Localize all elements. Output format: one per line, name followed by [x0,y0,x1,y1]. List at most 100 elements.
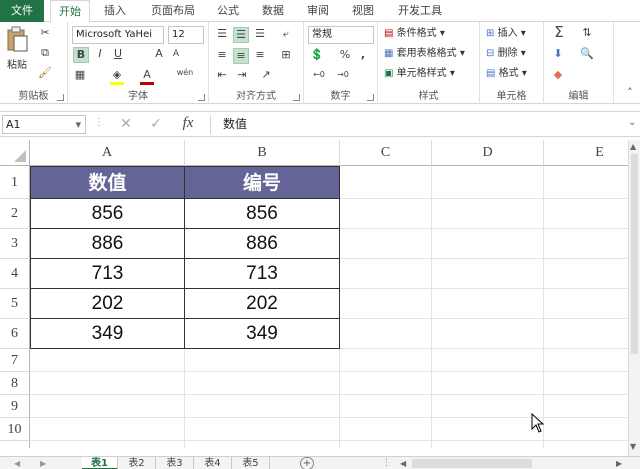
grid-cell[interactable] [340,395,432,418]
bold-button[interactable]: B [73,47,89,63]
cut-icon[interactable]: ✂ [38,26,52,40]
grid-cell[interactable] [432,349,544,372]
font-size-select[interactable]: 12 [168,26,204,44]
grid-cell[interactable] [432,199,544,229]
underline-button[interactable]: U [111,47,125,61]
sheet-tab-4[interactable]: 表4 [194,457,232,469]
grid-cell[interactable] [544,395,628,418]
select-all-corner[interactable] [0,140,30,166]
merge-center-icon[interactable]: ⊞ [279,48,293,62]
grid-cell[interactable] [340,166,432,199]
grid-cell[interactable] [544,259,628,289]
copy-icon[interactable]: ⧉ [38,46,52,60]
grid-cell[interactable] [30,395,185,418]
paste-button[interactable]: 粘贴 [4,26,30,74]
table-cell[interactable]: 886 [30,229,185,259]
font-launcher-icon[interactable] [198,94,205,101]
cancel-icon[interactable]: ✕ [118,117,134,131]
grid-cell[interactable] [340,289,432,319]
grid-cell[interactable] [544,441,628,448]
alignment-launcher-icon[interactable] [293,94,300,101]
autosum-icon[interactable]: Σ [550,25,568,40]
align-top-icon[interactable]: ☰ [215,27,229,41]
fill-icon[interactable]: ⬇ [550,47,566,61]
insert-cells-button[interactable]: ⊞ 插入 ▾ [486,26,542,42]
grid-cell[interactable] [185,395,340,418]
table-cell[interactable]: 713 [185,259,340,289]
comma-button[interactable]: , [356,48,370,62]
grid-cell[interactable] [432,166,544,199]
fill-color-icon[interactable]: ◈ [110,68,124,85]
grid-cell[interactable] [432,372,544,395]
vertical-scrollbar[interactable]: ▲ ▼ [628,140,640,456]
shrink-font-button[interactable]: A [170,47,182,61]
table-cell[interactable]: 349 [30,319,185,349]
grid-cell[interactable] [544,418,628,441]
insert-function-button[interactable]: fx [178,116,198,131]
borders-icon[interactable]: ▦ [73,68,87,82]
grid-cell[interactable] [544,199,628,229]
format-cells-button[interactable]: ▤ 格式 ▾ [486,66,542,82]
font-color-button[interactable]: A [140,68,154,85]
tab-view[interactable]: 视图 [345,0,381,22]
cell-styles-button[interactable]: ▣ 单元格样式 ▾ [384,66,476,82]
horizontal-scrollbar[interactable] [412,459,532,468]
align-right-icon[interactable]: ≡ [253,48,267,62]
row-header-7[interactable]: 7 [0,349,30,372]
grid-cell[interactable] [432,229,544,259]
grid-cell[interactable] [544,166,628,199]
name-box[interactable]: A1 ▾ [2,115,86,134]
align-bottom-icon[interactable]: ☰ [253,27,267,41]
grid-cell[interactable] [185,418,340,441]
tab-data[interactable]: 数据 [255,0,291,22]
table-header-cell-id[interactable]: 编号 [185,166,340,199]
table-cell[interactable]: 856 [30,199,185,229]
grid-cell[interactable] [340,418,432,441]
grid-cell[interactable] [432,259,544,289]
grid-cell[interactable] [340,199,432,229]
grid-cell[interactable] [544,372,628,395]
clear-icon[interactable]: ◆ [550,68,566,82]
table-cell[interactable]: 886 [185,229,340,259]
grow-font-button[interactable]: A [152,47,166,61]
delete-cells-button[interactable]: ⊟ 删除 ▾ [486,46,542,62]
tab-page-layout[interactable]: 页面布局 [142,0,204,22]
currency-icon[interactable]: 💲 [310,48,324,62]
row-header-1[interactable]: 1 [0,166,30,199]
font-name-select[interactable]: Microsoft YaHei [72,26,164,44]
number-launcher-icon[interactable] [367,94,374,101]
tab-home[interactable]: 开始 [50,0,90,23]
grid-cell[interactable] [432,395,544,418]
grid-cell[interactable] [432,289,544,319]
formula-input[interactable]: 数值 [210,115,626,134]
align-center-icon[interactable]: ≡ [233,48,249,64]
italic-button[interactable]: I [93,47,107,61]
wrap-text-icon[interactable]: ⤶ [279,27,293,41]
sheet-nav-next-icon[interactable]: ▶ [40,457,46,469]
grid-cell[interactable] [185,372,340,395]
grid-cell[interactable] [544,319,628,349]
tab-developer[interactable]: 开发工具 [390,0,450,22]
sort-filter-icon[interactable]: ⇅ [578,26,596,40]
align-middle-icon[interactable]: ☰ [233,27,249,43]
grid-cell[interactable] [30,349,185,372]
column-header-b[interactable]: B [185,140,340,166]
table-cell[interactable]: 202 [30,289,185,319]
grid-cell[interactable] [432,441,544,448]
align-left-icon[interactable]: ≡ [215,48,229,62]
format-painter-icon[interactable]: 🖌 [38,66,52,80]
row-header-10[interactable]: 10 [0,418,30,441]
grid-cell[interactable] [340,441,432,448]
grid-cell[interactable] [340,259,432,289]
scroll-down-icon[interactable]: ▼ [630,442,636,451]
percent-button[interactable]: % [338,48,352,62]
row-header-11[interactable] [0,441,30,448]
grid-cell[interactable] [30,372,185,395]
table-cell[interactable]: 349 [185,319,340,349]
tab-file[interactable]: 文件 [0,0,44,22]
number-format-select[interactable]: 常规 [308,26,374,44]
table-cell[interactable]: 713 [30,259,185,289]
row-header-9[interactable]: 9 [0,395,30,418]
expand-formula-icon[interactable]: ⌄ [628,117,636,128]
grid-cell[interactable] [340,349,432,372]
